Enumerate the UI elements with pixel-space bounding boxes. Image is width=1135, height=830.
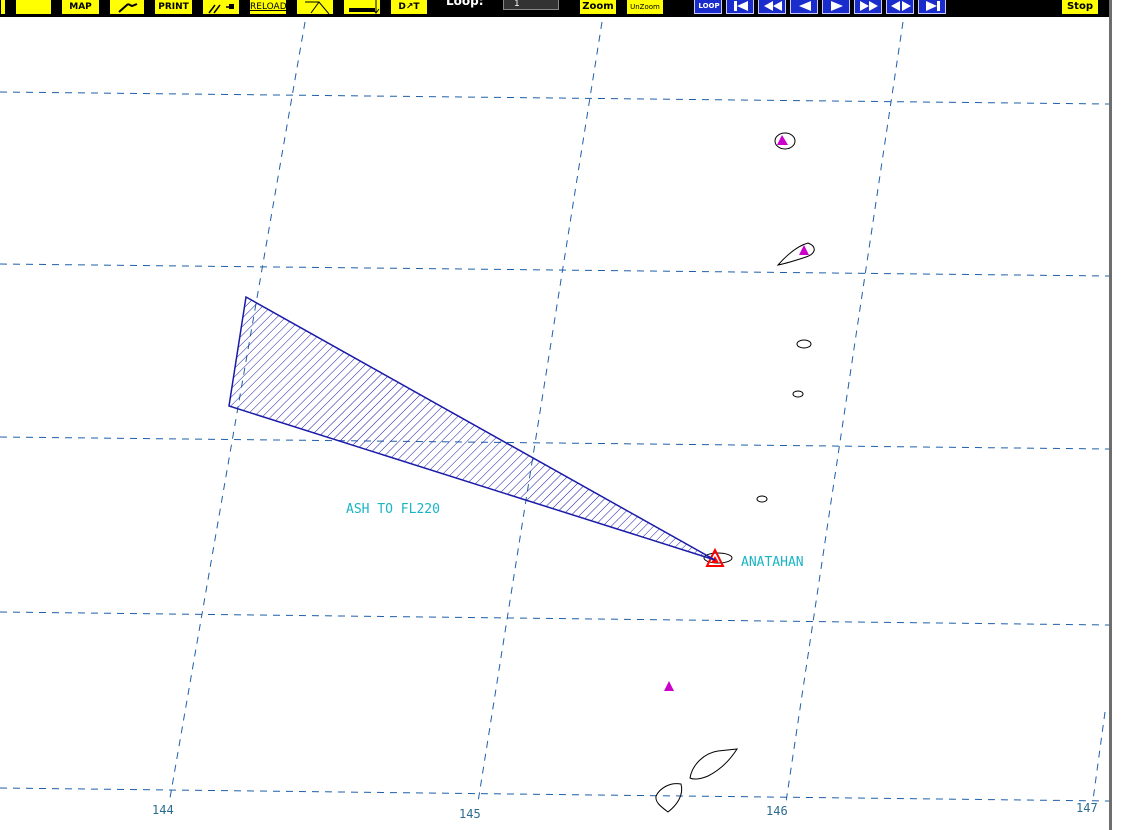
arrows-tool-button[interactable]: [202, 0, 240, 15]
longitude-line: [785, 21, 904, 803]
fast-forward-button[interactable]: [854, 0, 882, 14]
loop-icon: LOOP: [698, 2, 719, 10]
loop-button-label: LOOP: [698, 2, 719, 10]
print-button[interactable]: PRINT: [154, 0, 193, 15]
loop-button[interactable]: LOOP: [694, 0, 722, 14]
island-outline: [756, 495, 768, 503]
window-right-margin: [1112, 0, 1135, 830]
latitude-line: [0, 787, 1109, 802]
island-outline: [792, 390, 804, 398]
zoom-button-label: Zoom: [582, 1, 614, 12]
first-frame-icon: [734, 1, 748, 11]
fast-forward-icon: [860, 1, 878, 11]
longitude-labels: 144 145 146 147: [152, 801, 1098, 821]
curve-tool-button[interactable]: [296, 0, 334, 15]
tool-partial-button[interactable]: [0, 0, 6, 15]
step-forward-icon: [831, 1, 843, 11]
stop-button[interactable]: Stop: [1061, 0, 1099, 15]
unzoom-button-label: UnZoom: [630, 3, 660, 11]
toolbar: MAP PRINT RELOAD D↗T Loop: 1 Zoom UnZoom…: [0, 0, 1112, 17]
map-button[interactable]: MAP: [61, 0, 100, 15]
latitude-line: [0, 611, 1109, 626]
stop-button-label: Stop: [1066, 1, 1093, 12]
reload-button[interactable]: RELOAD: [249, 0, 287, 15]
arrows-icon: [208, 4, 234, 14]
map-button-label: MAP: [69, 2, 92, 12]
pen-icon: [118, 3, 138, 13]
step-forward-button[interactable]: [822, 0, 850, 14]
unzoom-button[interactable]: UnZoom: [626, 0, 664, 15]
loop-count-select[interactable]: 1: [503, 0, 559, 10]
island-outlines: [655, 132, 815, 813]
volcano-marker: [664, 681, 674, 691]
pen-tool-button[interactable]: [109, 0, 145, 15]
longitude-line: [477, 21, 603, 803]
longitude-line: [1092, 711, 1106, 801]
ash-extent-label: ASH TO FL220: [346, 502, 440, 517]
draw-text-button[interactable]: D↗T: [390, 0, 428, 15]
measure-tool-button[interactable]: [343, 0, 381, 15]
bounce-button[interactable]: [886, 0, 914, 14]
loop-count-value: 1: [514, 0, 520, 9]
longitude-label-145: 145: [459, 807, 481, 821]
volcano-name-label: ANATAHAN: [741, 555, 804, 570]
reload-button-label: RELOAD: [250, 2, 287, 12]
island-outline: [655, 783, 683, 813]
island-outline: [776, 242, 815, 266]
ash-cloud-area[interactable]: [228, 295, 716, 561]
print-button-label: PRINT: [158, 2, 189, 12]
longitude-label-147: 147: [1076, 801, 1098, 815]
bounce-icon: [891, 1, 911, 11]
loop-label: Loop:: [446, 0, 484, 8]
draw-text-button-label: D↗T: [398, 2, 420, 12]
last-frame-button[interactable]: [918, 0, 946, 14]
ash-advisory-viewer: MAP PRINT RELOAD D↗T Loop: 1 Zoom UnZoom…: [0, 0, 1135, 830]
longitude-label-146: 146: [766, 804, 788, 818]
blank-tool-button[interactable]: [15, 0, 52, 15]
latitude-line: [0, 91, 1109, 105]
last-frame-icon: [926, 1, 940, 11]
latitude-gridlines: [0, 91, 1109, 802]
step-back-button[interactable]: [790, 0, 818, 14]
first-frame-button[interactable]: [726, 0, 754, 14]
island-outline: [796, 339, 812, 349]
rewind-icon: [764, 1, 782, 11]
volcano-marker: [777, 135, 788, 145]
rewind-button[interactable]: [758, 0, 786, 14]
latitude-line: [0, 436, 1109, 450]
latitude-line: [0, 263, 1109, 277]
zoom-button[interactable]: Zoom: [579, 0, 617, 15]
volcano-markers: [664, 135, 809, 691]
map-canvas[interactable]: 144 145 146 147 ASH TO FL220 ANATAHAN: [0, 17, 1109, 830]
measure-icon: [349, 0, 380, 14]
step-back-icon: [799, 1, 811, 11]
island-outline: [689, 748, 738, 780]
curve-icon: [305, 1, 330, 14]
longitude-label-144: 144: [152, 803, 174, 817]
